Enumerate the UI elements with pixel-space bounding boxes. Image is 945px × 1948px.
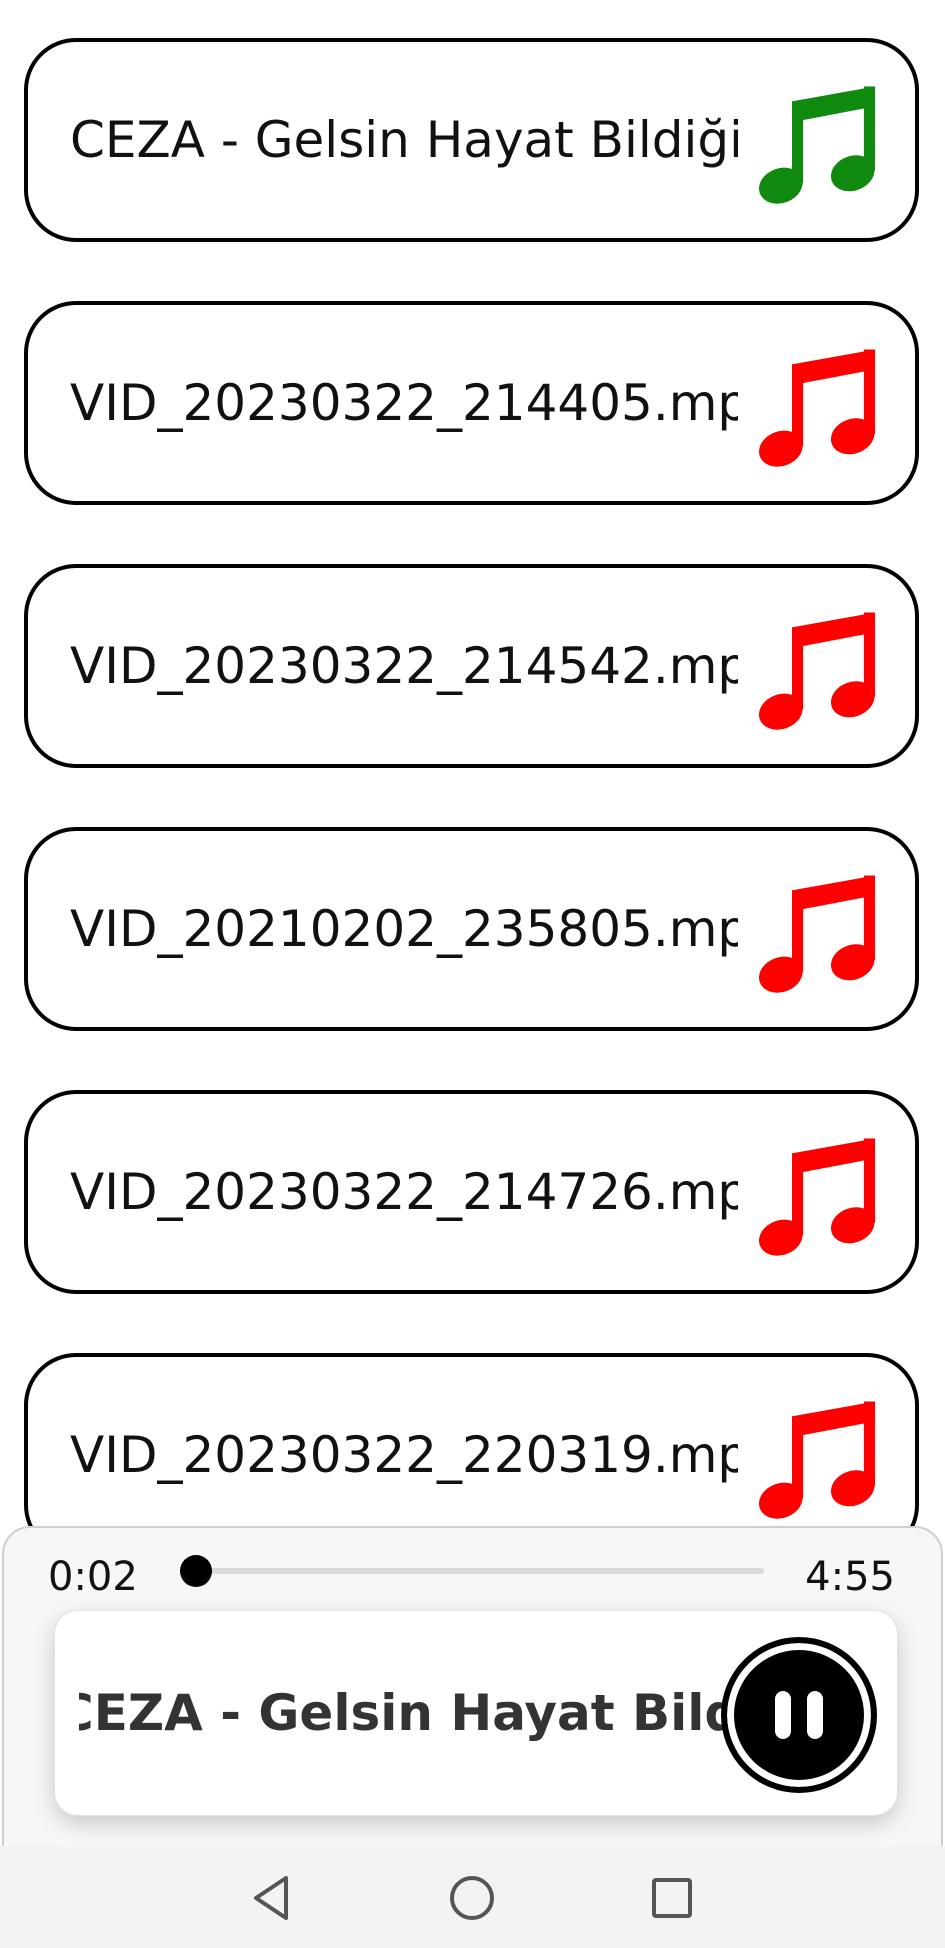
song-title: VID_20230322_214542.mp4 bbox=[70, 637, 738, 695]
music-note-icon[interactable] bbox=[752, 873, 884, 997]
now-playing-title: CEZA - Gelsin Hayat Bildiği Gibi bbox=[79, 1683, 769, 1743]
now-playing-title-text: CEZA - Gelsin Hayat Bildiği Gibi bbox=[79, 1684, 769, 1742]
song-card[interactable]: CEZA - Gelsin Hayat Bildiği Gibi bbox=[24, 38, 919, 242]
song-card[interactable]: VID_20230322_214542.mp4 bbox=[24, 564, 919, 768]
song-title: CEZA - Gelsin Hayat Bildiği Gibi bbox=[70, 111, 738, 169]
song-card[interactable]: VID_20230322_214405.mp4 bbox=[24, 301, 919, 505]
seek-thumb[interactable] bbox=[180, 1555, 212, 1587]
song-card[interactable]: VID_20210202_235805.mp4 bbox=[24, 827, 919, 1031]
song-title: VID_20230322_214405.mp4 bbox=[70, 374, 738, 432]
mini-player: 0:02 4:55 CEZA - Gelsin Hayat Bildiği Gi… bbox=[2, 1526, 943, 1846]
song-card[interactable]: VID_20230322_214726.mp4 bbox=[24, 1090, 919, 1294]
home-circle-icon[interactable] bbox=[442, 1868, 502, 1928]
pause-button[interactable] bbox=[721, 1637, 877, 1793]
song-list: CEZA - Gelsin Hayat Bildiği Gibi VID_2023… bbox=[0, 0, 945, 1540]
song-title: VID_20230322_214726.mp4 bbox=[70, 1163, 738, 1221]
music-note-icon[interactable] bbox=[752, 1399, 884, 1523]
pause-bar-right bbox=[807, 1691, 823, 1739]
song-title: VID_20210202_235805.mp4 bbox=[70, 900, 738, 958]
music-note-icon[interactable] bbox=[752, 610, 884, 734]
pause-bar-left bbox=[775, 1691, 791, 1739]
song-card[interactable]: VID_20230322_220319.mp4 bbox=[24, 1353, 919, 1540]
now-playing-card[interactable]: CEZA - Gelsin Hayat Bildiği Gibi bbox=[54, 1610, 898, 1816]
recents-square-icon[interactable] bbox=[642, 1868, 702, 1928]
current-time: 0:02 bbox=[48, 1554, 138, 1600]
system-navigation-bar bbox=[0, 1846, 945, 1948]
seek-bar[interactable] bbox=[180, 1555, 764, 1587]
music-note-icon[interactable] bbox=[752, 84, 884, 208]
music-note-icon[interactable] bbox=[752, 347, 884, 471]
music-note-icon[interactable] bbox=[752, 1136, 884, 1260]
total-time: 4:55 bbox=[805, 1554, 895, 1600]
back-triangle-icon[interactable] bbox=[242, 1868, 302, 1928]
song-title: VID_20230322_220319.mp4 bbox=[70, 1426, 738, 1484]
